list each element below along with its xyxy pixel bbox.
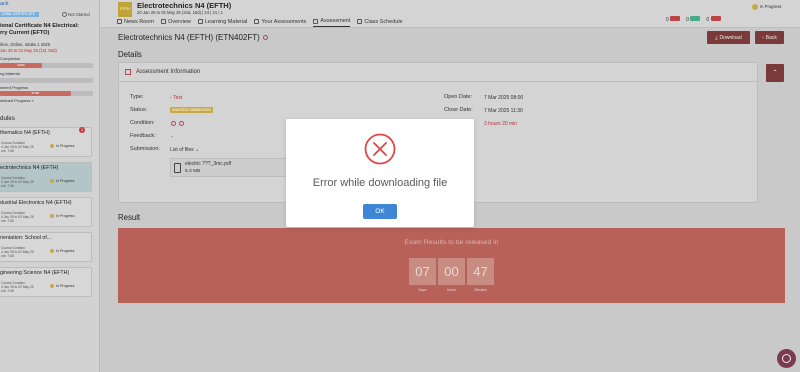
ok-button[interactable]: OK	[363, 204, 397, 219]
error-x-icon	[364, 133, 396, 165]
error-dialog: Error while downloading file OK	[286, 119, 474, 227]
error-message: Error while downloading file	[312, 177, 448, 189]
